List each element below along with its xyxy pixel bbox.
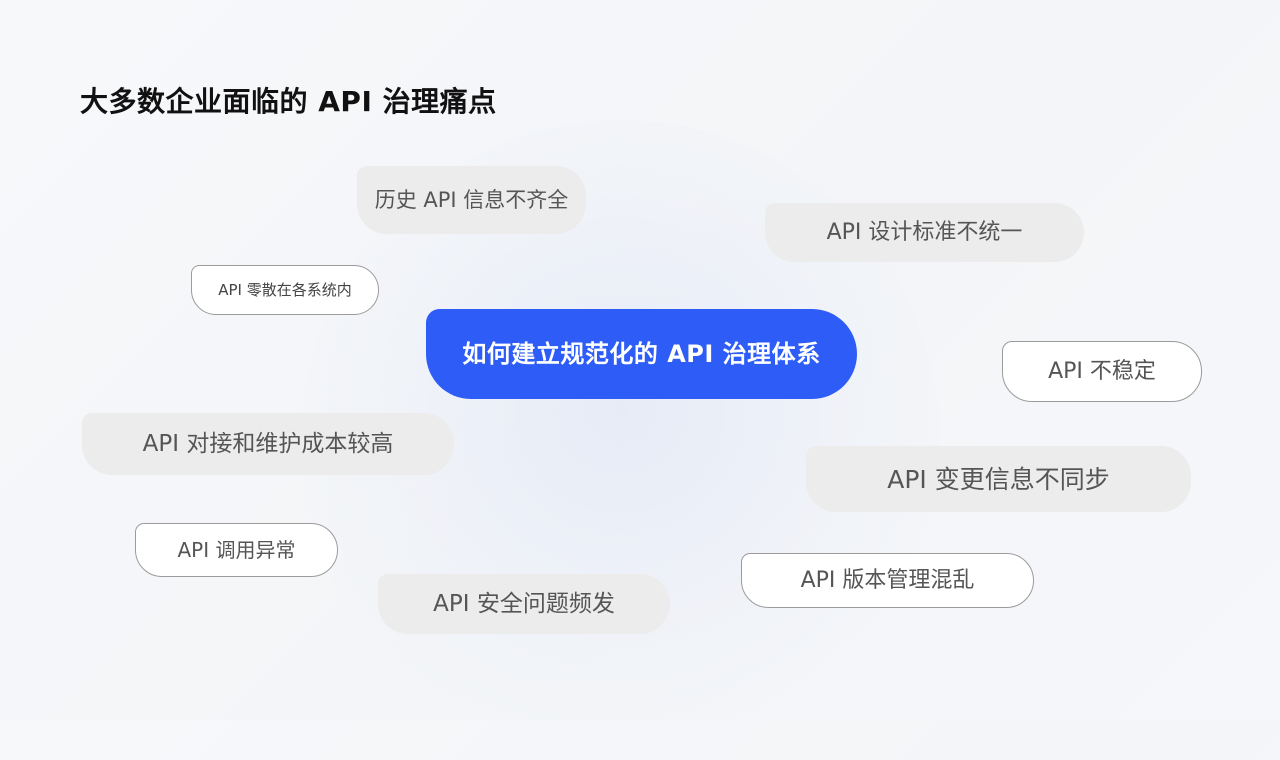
page-title: 大多数企业面临的 API 治理痛点 (80, 85, 497, 118)
central-question-bubble: 如何建立规范化的 API 治理体系 (426, 309, 857, 399)
pain-point-integration-cost: API 对接和维护成本较高 (82, 413, 454, 475)
pain-point-design-standard: API 设计标准不统一 (765, 203, 1084, 262)
pain-point-history-info: 历史 API 信息不齐全 (357, 166, 586, 234)
pain-point-scattered: API 零散在各系统内 (191, 265, 379, 315)
pain-point-unstable: API 不稳定 (1002, 341, 1202, 402)
pain-point-call-exception: API 调用异常 (135, 523, 338, 577)
pain-point-security: API 安全问题频发 (378, 574, 670, 634)
pain-point-version-management: API 版本管理混乱 (741, 553, 1034, 608)
pain-point-change-sync: API 变更信息不同步 (806, 446, 1191, 512)
